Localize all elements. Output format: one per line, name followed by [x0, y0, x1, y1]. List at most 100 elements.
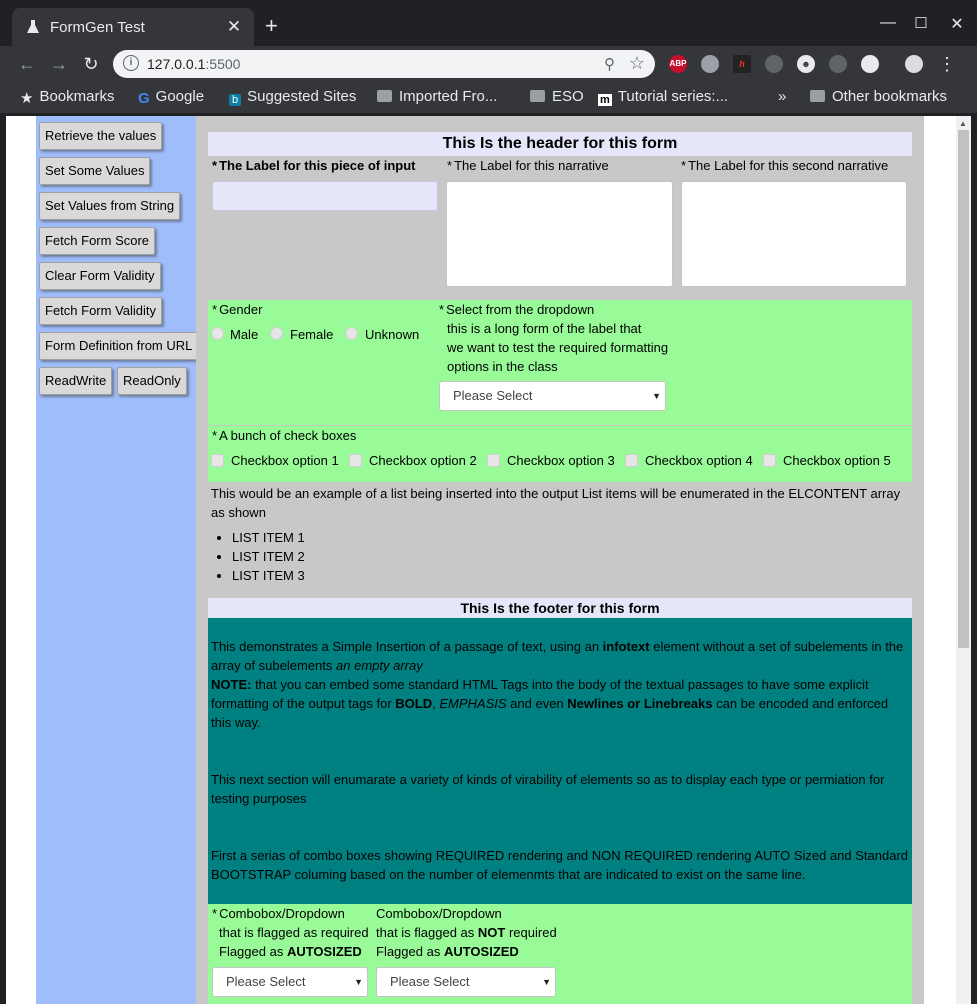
eye-extension-icon[interactable] [829, 55, 847, 73]
info-icon[interactable]: i [123, 55, 139, 71]
bookmarks-bar: ★ Bookmarks G Google b Suggested Sites Impo… [0, 82, 977, 114]
checkbox-2[interactable] [349, 454, 362, 467]
checkbox-4-label: Checkbox option 4 [645, 453, 753, 468]
browser-window: FormGen Test ✕ + — ☐ ✕ ← → ↻ i 127.0.0.1… [0, 0, 977, 1004]
back-icon[interactable]: ← [16, 54, 38, 75]
gender-dropdown-section: * Gender Male Female Unknown * Select from… [208, 300, 912, 425]
avatar[interactable] [905, 55, 923, 73]
narrative2-textarea[interactable] [681, 181, 907, 287]
extension-circle-icon[interactable] [701, 55, 719, 73]
scroll-up-icon[interactable]: ▲ [959, 119, 967, 128]
set-values-from-string-button[interactable]: Set Values from String [39, 192, 181, 220]
readwrite-button[interactable]: ReadWrite [39, 367, 113, 395]
minimize-icon[interactable]: — [877, 14, 899, 32]
combo2-label: Combobox/Dropdown [376, 906, 502, 921]
form-definition-from-url-button[interactable]: Form Definition from URL [39, 332, 199, 360]
radio-unknown[interactable] [345, 327, 358, 340]
bookmark-imported[interactable]: Imported Fro... [377, 88, 497, 105]
other-bookmarks[interactable]: Other bookmarks [810, 88, 947, 105]
combo2-select[interactable]: Please Select ▼ [376, 967, 556, 997]
form-footer: This Is the footer for this form [208, 598, 912, 619]
menu-icon[interactable]: ⋮ [936, 54, 958, 75]
browser-tab[interactable]: FormGen Test ✕ [12, 8, 254, 46]
set-some-values-button[interactable]: Set Some Values [39, 157, 151, 185]
fetch-form-score-button[interactable]: Fetch Form Score [39, 227, 156, 255]
page-scrollbar[interactable]: ▲ [956, 116, 971, 1004]
list-item: LIST ITEM 2 [232, 547, 305, 566]
chevron-down-icon: ▼ [354, 977, 363, 987]
page-viewport: Retrieve the values Set Some Values Set … [6, 116, 971, 1004]
tab-title: FormGen Test [50, 19, 145, 36]
folder-icon [530, 90, 545, 102]
readonly-button[interactable]: ReadOnly [117, 367, 187, 395]
chevron-down-icon: ▼ [542, 977, 551, 987]
google-icon: G [138, 90, 150, 107]
bookmark-star-icon[interactable]: ☆ [629, 53, 645, 74]
checkbox-5-label: Checkbox option 5 [783, 453, 891, 468]
close-window-icon[interactable]: ✕ [946, 14, 968, 34]
bookmark-suggested-sites[interactable]: b Suggested Sites [229, 88, 356, 106]
form-area: This Is the header for this form * The La… [196, 116, 924, 1004]
forward-icon[interactable]: → [48, 54, 70, 75]
narrative-textarea[interactable] [446, 181, 673, 287]
dropdown-label-line: options in the class [447, 359, 558, 374]
clear-form-validity-button[interactable]: Clear Form Validity [39, 262, 161, 290]
folder-icon [377, 90, 392, 102]
close-tab-icon[interactable]: ✕ [224, 17, 244, 37]
retrieve-values-button[interactable]: Retrieve the values [39, 122, 163, 150]
tab-strip: FormGen Test ✕ + — ☐ ✕ [0, 0, 977, 46]
bulb-extension-icon[interactable] [765, 55, 783, 73]
narrative-label: * The Label for this narrative [447, 158, 609, 173]
checkbox-5[interactable] [763, 454, 776, 467]
maximize-icon[interactable]: ☐ [910, 14, 932, 32]
reload-icon[interactable]: ↻ [80, 54, 102, 75]
fetch-form-validity-button[interactable]: Fetch Form Validity [39, 297, 163, 325]
dropdown-select[interactable]: Please Select ▼ [439, 381, 666, 411]
refresh-extension-icon[interactable] [861, 55, 879, 73]
bing-icon: b [229, 94, 242, 106]
h-extension-icon[interactable]: h [733, 55, 751, 73]
zoom-icon[interactable]: ⚲ [604, 55, 615, 73]
scrollbar-thumb[interactable] [958, 130, 969, 648]
item-list: LIST ITEM 1 LIST ITEM 2 LIST ITEM 3 [232, 528, 305, 585]
checkbox-3-label: Checkbox option 3 [507, 453, 615, 468]
narrative2-label: * The Label for this second narrative [681, 158, 889, 173]
checkbox-section: * A bunch of check boxes Checkbox option … [208, 426, 912, 482]
list-item: LIST ITEM 1 [232, 528, 305, 547]
url-text: 127.0.0.1:5500 [147, 56, 241, 72]
bookmark-bookmarks[interactable]: ★ Bookmarks [20, 88, 114, 107]
checkbox-3[interactable] [487, 454, 500, 467]
radio-female[interactable] [270, 327, 283, 340]
sidebar: Retrieve the values Set Some Values Set … [36, 116, 199, 1004]
face-extension-icon[interactable]: ☻ [797, 55, 815, 73]
checkbox-2-label: Checkbox option 2 [369, 453, 477, 468]
info-paragraph: This demonstrates a Simple Insertion of … [211, 639, 904, 730]
bookmark-eso[interactable]: ESO [530, 88, 584, 105]
gender-label: * Gender [212, 302, 263, 317]
browser-toolbar: ← → ↻ i 127.0.0.1:5500 ⚲ ☆ ABP h ☻ ⋮ [0, 46, 977, 82]
combo1-label: * Combobox/Dropdown [212, 906, 345, 921]
new-tab-button[interactable]: + [265, 15, 278, 37]
radio-unknown-label: Unknown [365, 327, 420, 342]
combo2-label-line: Flagged as AUTOSIZED [376, 944, 519, 959]
bookmark-google[interactable]: G Google [138, 88, 204, 107]
combo1-label-line: that is flagged as required [219, 925, 369, 940]
combobox-section: * Combobox/Dropdown that is flagged as re… [208, 904, 912, 1004]
radio-male[interactable] [211, 327, 224, 340]
folder-icon [810, 90, 825, 102]
combo2-label-line: that is flagged as NOT required [376, 925, 557, 940]
flask-icon [27, 20, 39, 33]
radio-male-label: Male [230, 327, 259, 342]
combo1-select[interactable]: Please Select ▼ [212, 967, 368, 997]
address-bar[interactable]: i 127.0.0.1:5500 ⚲ ☆ [113, 50, 655, 78]
text-input[interactable] [212, 181, 438, 211]
list-intro: This would be an example of a list being… [211, 486, 901, 520]
form-header: This Is the header for this form [208, 132, 912, 156]
checkbox-1[interactable] [211, 454, 224, 467]
combo1-label-line: Flagged as AUTOSIZED [219, 944, 362, 959]
adblock-plus-icon[interactable]: ABP [669, 55, 687, 73]
bookmark-tutorial[interactable]: m Tutorial series:... [598, 88, 728, 106]
input-label: * The Label for this piece of input [212, 158, 416, 173]
bookmarks-overflow[interactable]: » [778, 88, 786, 105]
checkbox-4[interactable] [625, 454, 638, 467]
